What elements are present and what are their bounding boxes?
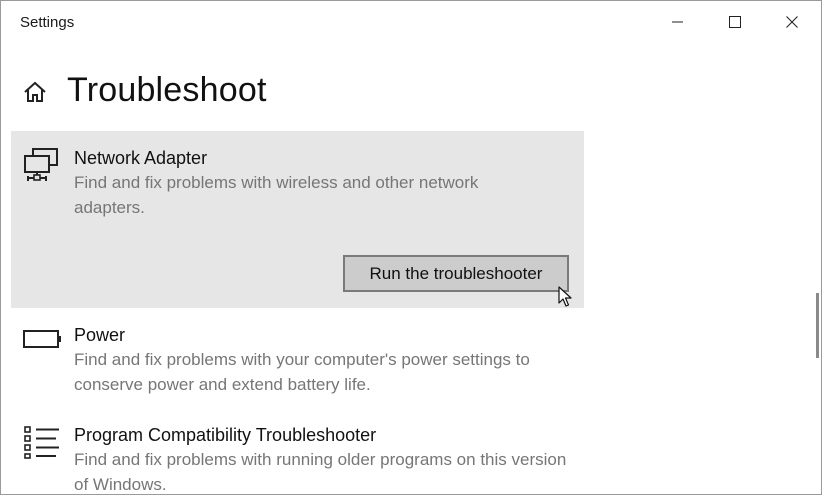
list-item-program-compatibility[interactable]: Program Compatibility Troubleshooter Fin… <box>11 419 584 494</box>
minimize-button[interactable] <box>650 1 706 43</box>
page-header: Troubleshoot <box>1 43 821 123</box>
title-bar[interactable]: Settings <box>1 1 821 43</box>
troubleshooter-list: Network Adapter Find and fix problems wi… <box>1 123 821 494</box>
home-button[interactable] <box>23 81 47 108</box>
settings-window: Settings Troubleshoot Network Adapter Fi… <box>0 0 822 495</box>
page-title: Troubleshoot <box>67 71 267 109</box>
list-icon <box>23 425 61 464</box>
battery-icon <box>23 329 63 354</box>
item-description: Find and fix problems with wireless and … <box>74 173 479 217</box>
item-title: Power <box>74 325 126 345</box>
maximize-icon <box>729 16 741 28</box>
scrollbar-thumb[interactable] <box>816 293 819 358</box>
close-button[interactable] <box>764 1 820 43</box>
item-description: Find and fix problems with your computer… <box>74 350 530 394</box>
mouse-cursor-icon <box>558 286 572 313</box>
app-title: Settings <box>20 14 75 31</box>
maximize-button[interactable] <box>707 1 763 43</box>
list-item-network-adapter[interactable]: Network Adapter Find and fix problems wi… <box>11 131 584 308</box>
list-item-power[interactable]: Power Find and fix problems with your co… <box>11 317 584 397</box>
item-title: Program Compatibility Troubleshooter <box>74 425 377 445</box>
home-icon <box>24 81 46 102</box>
network-adapter-icon <box>23 147 59 190</box>
item-title: Network Adapter <box>74 148 208 168</box>
run-troubleshooter-button[interactable]: Run the troubleshooter <box>343 255 569 292</box>
minimize-icon <box>672 21 683 23</box>
item-description: Find and fix problems with running older… <box>74 450 567 494</box>
close-icon <box>786 16 798 28</box>
